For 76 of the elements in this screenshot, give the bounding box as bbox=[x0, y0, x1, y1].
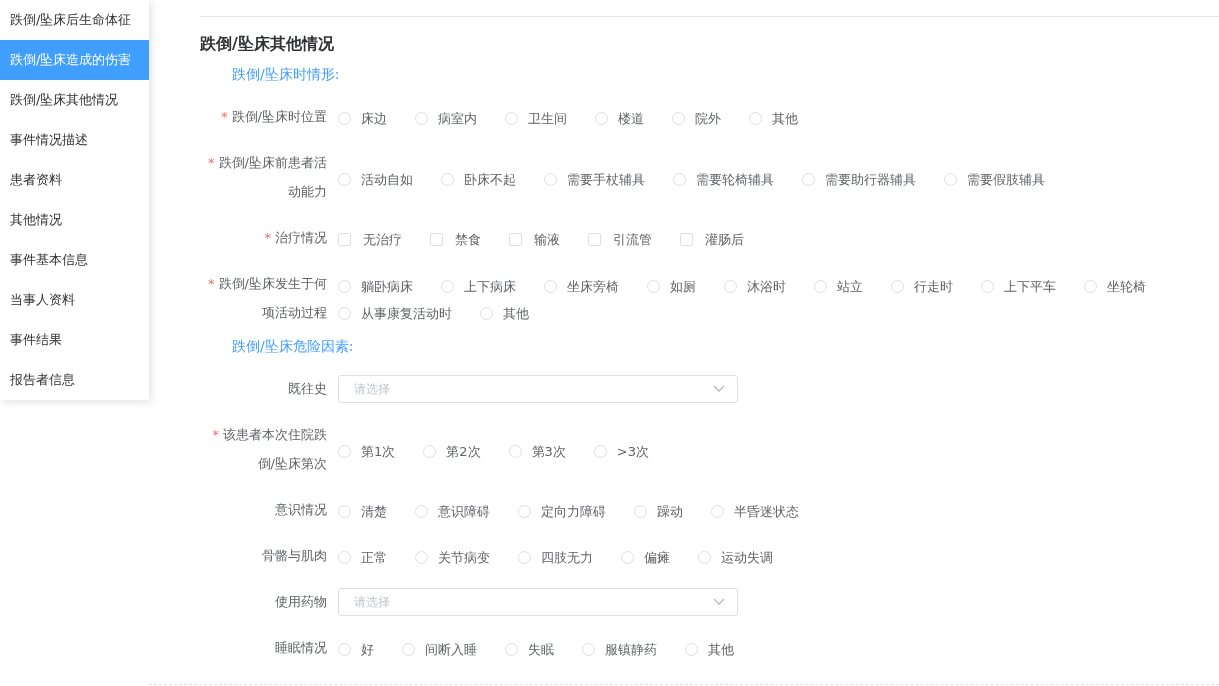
radio-option[interactable]: 楼道 bbox=[595, 106, 644, 131]
field-label: 治疗情况 bbox=[275, 230, 327, 245]
field-label: 意识情况 bbox=[275, 502, 327, 517]
sidebar-item[interactable]: 跌倒/坠床后生命体征 bbox=[0, 0, 149, 40]
radio-option[interactable]: 沐浴时 bbox=[724, 273, 786, 300]
checkbox-option[interactable]: 输液 bbox=[509, 227, 560, 252]
group-heading: 跌倒/坠床时情形: bbox=[231, 65, 341, 84]
required-asterisk: * bbox=[208, 155, 215, 170]
required-asterisk: * bbox=[212, 427, 219, 442]
radio-option[interactable]: 定向力障碍 bbox=[518, 499, 606, 524]
radio-option[interactable]: 服镇静药 bbox=[582, 637, 657, 662]
radio-option[interactable]: 四肢无力 bbox=[518, 545, 593, 570]
field-label: 使用药物 bbox=[275, 594, 327, 609]
sidebar-item[interactable]: 其他情况 bbox=[0, 200, 149, 240]
radio-option[interactable]: 病室内 bbox=[415, 106, 477, 131]
radio-option[interactable]: 清楚 bbox=[338, 499, 387, 524]
radio-option[interactable]: 躺卧病床 bbox=[338, 273, 413, 300]
required-asterisk: * bbox=[221, 109, 228, 124]
radio-option[interactable]: 卫生间 bbox=[505, 106, 567, 131]
radio-option[interactable]: 其他 bbox=[685, 637, 734, 662]
sidebar-item[interactable]: 报告者信息 bbox=[0, 360, 149, 400]
radio-option[interactable]: 失眠 bbox=[505, 637, 554, 662]
radio-option[interactable]: 床边 bbox=[338, 106, 387, 131]
radio-option[interactable]: 站立 bbox=[814, 273, 863, 300]
required-asterisk: * bbox=[208, 276, 215, 291]
radio-option[interactable]: 间断入睡 bbox=[402, 637, 477, 662]
sidebar-item[interactable]: 事件结果 bbox=[0, 320, 149, 360]
radio-option[interactable]: 需要助行器辅具 bbox=[802, 152, 916, 206]
field-label: 跌倒/坠床发生于何项活动过程 bbox=[218, 276, 327, 320]
required-asterisk: * bbox=[264, 230, 271, 245]
radio-option[interactable]: 院外 bbox=[672, 106, 721, 131]
radio-option[interactable]: 好 bbox=[338, 637, 374, 662]
radio-option[interactable]: 偏瘫 bbox=[621, 545, 670, 570]
radio-option[interactable]: 第1次 bbox=[338, 424, 396, 478]
radio-option[interactable]: 活动自如 bbox=[338, 152, 413, 206]
group-heading: 跌倒/坠床危险因素: bbox=[231, 337, 355, 356]
radio-option[interactable]: 坐床旁椅 bbox=[544, 273, 619, 300]
radio-option[interactable]: 第2次 bbox=[423, 424, 481, 478]
radio-option[interactable]: 需要假肢辅具 bbox=[944, 152, 1045, 206]
section-title: 跌倒/坠床其他情况 bbox=[200, 33, 335, 55]
radio-option[interactable]: 上下平车 bbox=[981, 273, 1056, 300]
checkbox-option[interactable]: 灌肠后 bbox=[680, 227, 744, 252]
radio-option[interactable]: 其他 bbox=[749, 106, 798, 131]
sidebar-item[interactable]: 跌倒/坠床其他情况 bbox=[0, 80, 149, 120]
chevron-down-icon bbox=[713, 598, 725, 606]
field-label: 跌倒/坠床前患者活动能力 bbox=[218, 155, 327, 199]
field-label: 既往史 bbox=[288, 381, 327, 396]
radio-option[interactable]: 躁动 bbox=[634, 499, 683, 524]
radio-option[interactable]: 从事康复活动时 bbox=[338, 300, 452, 327]
checkbox-option[interactable]: 禁食 bbox=[430, 227, 481, 252]
field-label: 该患者本次住院跌倒/坠床第次 bbox=[223, 427, 327, 471]
checkbox-option[interactable]: 无治疗 bbox=[338, 227, 402, 252]
radio-option[interactable]: >3次 bbox=[593, 424, 649, 478]
radio-option[interactable]: 如厕 bbox=[647, 273, 696, 300]
checkbox-option[interactable]: 引流管 bbox=[588, 227, 652, 252]
radio-option[interactable]: 需要手杖辅具 bbox=[544, 152, 645, 206]
chevron-down-icon bbox=[713, 385, 725, 393]
radio-option[interactable]: 关节病变 bbox=[415, 545, 490, 570]
radio-option[interactable]: 上下病床 bbox=[441, 273, 516, 300]
radio-option[interactable]: 半昏迷状态 bbox=[711, 499, 799, 524]
radio-option[interactable]: 正常 bbox=[338, 545, 387, 570]
sidebar-item[interactable]: 事件情况描述 bbox=[0, 120, 149, 160]
radio-option[interactable]: 其他 bbox=[480, 300, 529, 327]
sidebar-item[interactable]: 当事人资料 bbox=[0, 280, 149, 320]
radio-option[interactable]: 意识障碍 bbox=[415, 499, 490, 524]
radio-option[interactable]: 需要轮椅辅具 bbox=[673, 152, 774, 206]
sidebar-item[interactable]: 患者资料 bbox=[0, 160, 149, 200]
field-label: 跌倒/坠床时位置 bbox=[231, 109, 327, 124]
sidebar-item[interactable]: 事件基本信息 bbox=[0, 240, 149, 280]
radio-option[interactable]: 运动失调 bbox=[698, 545, 773, 570]
field-label: 睡眠情况 bbox=[275, 640, 327, 655]
radio-option[interactable]: 坐轮椅 bbox=[1084, 273, 1146, 300]
radio-option[interactable]: 卧床不起 bbox=[441, 152, 516, 206]
radio-option[interactable]: 第3次 bbox=[508, 424, 566, 478]
radio-option[interactable]: 行走时 bbox=[891, 273, 953, 300]
field-label: 骨骼与肌肉 bbox=[262, 548, 327, 563]
